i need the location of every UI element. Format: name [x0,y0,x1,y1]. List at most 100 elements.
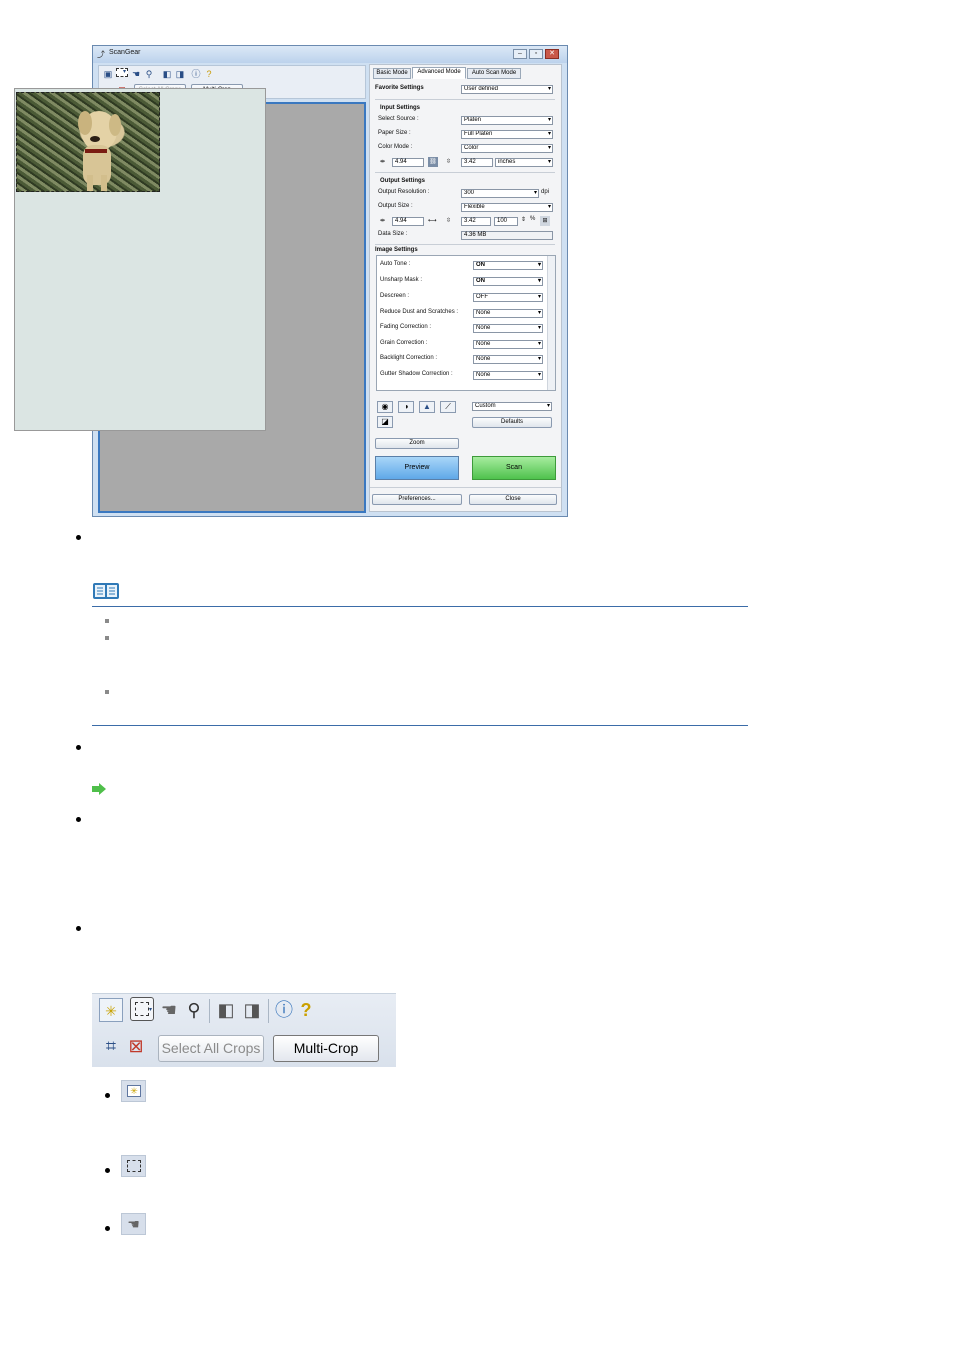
descreen-select[interactable]: OFF [473,293,543,302]
auto-tone-select[interactable]: ON [473,261,543,270]
threshold-icon[interactable]: ◪ [377,416,393,428]
histogram-icon[interactable]: ▲ [419,401,435,413]
scrollbar[interactable] [547,256,555,390]
note-bullet [105,619,109,623]
minimize-icon[interactable]: – [513,49,527,59]
select-all-crops-button[interactable]: Select All Crops [158,1035,264,1062]
descreen-label: Descreen : [380,293,410,299]
help-icon[interactable]: ? [203,68,215,80]
backlight-correction-label: Backlight Correction : [380,355,438,361]
input-height-field[interactable]: 3.42 [461,158,493,167]
help-icon[interactable]: ? [294,998,318,1022]
auto-crop-icon[interactable]: ⌗ [99,1034,123,1058]
tab-basic-mode[interactable]: Basic Mode [373,68,411,79]
zoom-magnifier-icon[interactable]: ⚲ [143,68,155,80]
bullet [105,1168,110,1173]
hand-move-icon[interactable]: ☚ [130,68,142,80]
scale-field[interactable]: 100 [494,217,518,226]
multi-crop-button[interactable]: Multi-Crop [273,1035,379,1062]
output-size-select[interactable]: Flexible [461,203,553,212]
crop-icon [121,1155,146,1177]
rotate-left-icon[interactable]: ◧ [161,68,173,80]
fading-correction-select[interactable]: None [473,324,543,333]
bullet [76,535,81,540]
dog-photo-preview[interactable] [16,92,160,192]
divider [375,172,555,173]
bullet [105,1226,110,1231]
crop-icon[interactable] [130,997,154,1021]
arrow-right-icon[interactable] [92,783,106,795]
unit-select[interactable]: inches [495,158,553,167]
bullet [76,817,81,822]
color-mode-label: Color Mode : [378,144,413,150]
tab-advanced-mode[interactable]: Advanced Mode [412,67,466,79]
aspect-lock-icon[interactable]: ⛓ [428,157,438,167]
output-resolution-select[interactable]: 300 [461,189,539,198]
zoom-magnifier-icon[interactable]: ⚲ [182,998,206,1022]
divider [375,99,555,100]
defaults-button[interactable]: Defaults [472,417,552,428]
close-button[interactable]: Close [469,494,557,505]
rotate-left-icon[interactable]: ◧ [214,998,238,1022]
zoom-button[interactable]: Zoom [375,438,459,449]
thumbnail-icon[interactable]: ✳ [99,998,123,1022]
dpi-unit: dpi [541,189,550,195]
bullet [76,745,81,750]
fading-correction-label: Fading Correction : [380,324,432,330]
color-adjust-select[interactable]: Custom [472,402,552,411]
output-height-field[interactable]: 3.42 [461,217,491,226]
tone-curve-icon[interactable]: ⟋ [440,401,456,413]
reduce-dust-label: Reduce Dust and Scratches : [380,309,459,315]
add-size-icon[interactable]: ⊞ [540,216,550,226]
input-width-field[interactable]: 4.94 [392,158,424,167]
height-icon: ⇳ [446,159,452,165]
divider [375,244,555,245]
grain-correction-label: Grain Correction : [380,340,428,346]
title-bar: ⤴ ScanGear – ▫ ✕ [93,46,567,63]
bullet [76,926,81,931]
remove-crop-icon[interactable]: ⊠ [124,1034,148,1058]
grain-correction-select[interactable]: None [473,340,543,349]
scan-button[interactable]: Scan [472,456,556,480]
width-icon: ⇹ [380,218,386,224]
auto-tone-label: Auto Tone : [380,261,411,267]
unsharp-mask-select[interactable]: ON [473,277,543,286]
close-window-icon[interactable]: ✕ [545,49,559,59]
data-size-label: Data Size : [378,231,408,237]
advanced-mode-panel: Basic Mode Advanced Mode Auto Scan Mode … [369,64,562,512]
rotate-right-icon[interactable]: ◨ [240,998,264,1022]
paper-size-label: Paper Size : [378,130,411,136]
output-width-field[interactable]: 4.94 [392,217,424,226]
info-icon[interactable]: ⓘ [190,68,202,80]
reduce-dust-select[interactable]: None [473,309,543,318]
gutter-shadow-select[interactable]: None [473,371,543,380]
rotate-right-icon[interactable]: ◨ [174,68,186,80]
toolbar-separator [209,999,210,1023]
select-source-select[interactable]: Platen [461,116,553,125]
maximize-icon[interactable]: ▫ [529,49,543,59]
bullet [105,1093,110,1098]
brightness-icon[interactable]: ◉ [377,401,393,413]
divider [370,487,561,488]
toolbar-enlarged: ✳ ☚ ⚲ ◧ ◨ ⓘ ? ⌗ ⊠ Select All Crops Multi… [92,993,396,1067]
swap-icon[interactable]: ⟷ [428,217,437,224]
favorite-settings-select[interactable]: User defined [461,85,553,94]
toolbar-separator [268,999,269,1023]
scale-stepper[interactable]: ⇕ [521,216,526,223]
tab-auto-scan-mode[interactable]: Auto Scan Mode [467,68,521,79]
unsharp-mask-label: Unsharp Mask : [380,277,423,283]
info-icon[interactable]: ⓘ [272,998,296,1022]
percent-unit: % [530,216,536,222]
image-settings-list: Auto Tone : ON Unsharp Mask : ON Descree… [376,255,556,391]
contrast-icon[interactable]: ◑ [398,401,414,413]
backlight-correction-select[interactable]: None [473,355,543,364]
dog-illustration [78,111,121,191]
output-resolution-label: Output Resolution : [378,189,430,195]
hand-move-icon[interactable]: ☚ [157,998,181,1022]
thumbnail-icon[interactable]: ▣ [102,68,114,80]
preview-button[interactable]: Preview [375,456,459,480]
preferences-button[interactable]: Preferences... [372,494,462,505]
crop-icon[interactable] [116,68,128,77]
color-mode-select[interactable]: Color [461,144,553,153]
paper-size-select[interactable]: Full Platen [461,130,553,139]
